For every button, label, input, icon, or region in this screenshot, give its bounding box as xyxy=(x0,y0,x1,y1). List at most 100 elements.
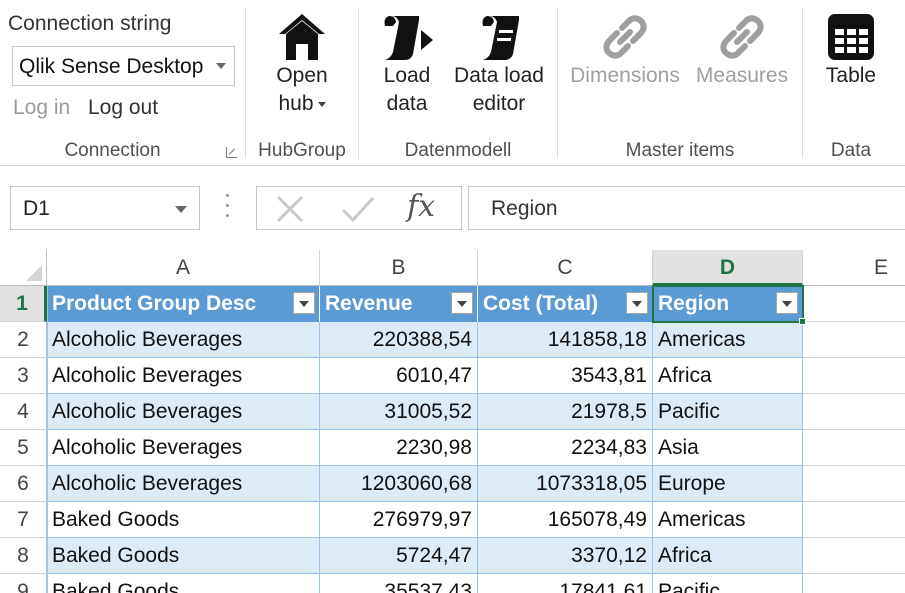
row-header[interactable]: 8 xyxy=(0,538,47,574)
table-cell[interactable]: Alcoholic Beverages xyxy=(47,358,320,394)
table-cell[interactable]: Americas xyxy=(653,502,803,538)
table-cell[interactable]: 2230,98 xyxy=(320,430,478,466)
table-cell[interactable]: Pacific xyxy=(653,574,803,593)
select-all-corner[interactable] xyxy=(0,250,47,286)
table-cell[interactable]: Baked Goods xyxy=(47,574,320,593)
table-cell[interactable]: 31005,52 xyxy=(320,394,478,430)
connection-select[interactable]: Qlik Sense Desktop xyxy=(12,46,235,86)
data-load-editor-label-1: Data load xyxy=(454,64,544,87)
fill-handle[interactable] xyxy=(799,318,806,325)
connection-string-label: Connection string xyxy=(8,12,172,35)
insert-function-icon[interactable]: fx xyxy=(407,189,435,224)
hubgroup-group: Open hub HubGroup xyxy=(246,0,358,166)
table-cell[interactable]: Pacific xyxy=(653,394,803,430)
table-header-cell[interactable]: Region xyxy=(653,286,803,322)
measures-button[interactable]: Measures xyxy=(688,12,796,90)
table-cell[interactable]: Alcoholic Beverages xyxy=(47,430,320,466)
more-icon[interactable] xyxy=(226,194,230,222)
table-cell[interactable]: 1073318,05 xyxy=(478,466,653,502)
column-header-c[interactable]: C xyxy=(478,250,653,286)
dialog-launcher-icon[interactable] xyxy=(226,147,237,158)
link-icon xyxy=(720,15,764,59)
table-cell[interactable]: Alcoholic Beverages xyxy=(47,394,320,430)
table-cell[interactable]: 1203060,68 xyxy=(320,466,478,502)
table-cell[interactable]: Europe xyxy=(653,466,803,502)
table-cell[interactable]: 17841,61 xyxy=(478,574,653,593)
table-cell[interactable]: 2234,83 xyxy=(478,430,653,466)
row-header[interactable]: 7 xyxy=(0,502,47,538)
table-header-label: Revenue xyxy=(325,292,413,315)
table-cell[interactable]: Alcoholic Beverages xyxy=(47,322,320,358)
row-header[interactable]: 9 xyxy=(0,574,47,593)
table-cell[interactable] xyxy=(803,394,905,430)
table-cell[interactable]: 3543,81 xyxy=(478,358,653,394)
table-header-cell[interactable]: Revenue xyxy=(320,286,478,322)
table-cell[interactable]: 5724,47 xyxy=(320,538,478,574)
name-box[interactable]: D1 xyxy=(10,186,200,230)
connection-group-label: Connection xyxy=(64,140,161,161)
table-cell[interactable]: Baked Goods xyxy=(47,502,320,538)
table-header-label: Product Group Desc xyxy=(52,292,257,315)
row-header[interactable]: 1 xyxy=(0,286,47,322)
column-header-d[interactable]: D xyxy=(653,250,803,286)
row-header[interactable]: 6 xyxy=(0,466,47,502)
log-in-button[interactable]: Log in xyxy=(13,96,70,120)
cancel-icon[interactable] xyxy=(275,195,305,223)
column-header-e[interactable]: E xyxy=(803,250,905,286)
table-cell[interactable]: 220388,54 xyxy=(320,322,478,358)
filter-dropdown-icon[interactable] xyxy=(776,292,798,314)
enter-check-icon[interactable] xyxy=(341,195,375,223)
table-cell[interactable]: 35537,43 xyxy=(320,574,478,593)
table-cell[interactable]: Asia xyxy=(653,430,803,466)
table-cell[interactable]: 3370,12 xyxy=(478,538,653,574)
chevron-down-icon xyxy=(175,206,187,213)
table-header-label: Cost (Total) xyxy=(483,292,599,315)
table-cell[interactable]: 6010,47 xyxy=(320,358,478,394)
filter-dropdown-icon[interactable] xyxy=(451,292,473,314)
caret-down-icon xyxy=(317,101,326,107)
table-button[interactable]: Table xyxy=(811,12,891,90)
table-cell[interactable] xyxy=(803,574,905,593)
ribbon: Connection string Qlik Sense Desktop Log… xyxy=(0,0,905,166)
table-cell[interactable] xyxy=(803,502,905,538)
column-header-b[interactable]: B xyxy=(320,250,478,286)
row-header[interactable]: 5 xyxy=(0,430,47,466)
open-hub-button[interactable]: Open hub xyxy=(254,12,350,118)
table-header-cell[interactable]: Cost (Total) xyxy=(478,286,653,322)
table-cell[interactable]: Baked Goods xyxy=(47,538,320,574)
table-cell[interactable] xyxy=(803,538,905,574)
table-cell[interactable]: Americas xyxy=(653,322,803,358)
filter-dropdown-icon[interactable] xyxy=(293,292,315,314)
log-out-button[interactable]: Log out xyxy=(88,96,158,120)
table-cell[interactable] xyxy=(803,430,905,466)
dimensions-button[interactable]: Dimensions xyxy=(564,12,686,90)
column-header-a[interactable]: A xyxy=(47,250,320,286)
table-cell[interactable]: 276979,97 xyxy=(320,502,478,538)
row-header[interactable]: 4 xyxy=(0,394,47,430)
dimensions-label: Dimensions xyxy=(570,64,680,87)
link-icon xyxy=(603,15,647,59)
table-cell[interactable]: Africa xyxy=(653,538,803,574)
load-data-label-2: data xyxy=(386,92,428,115)
table-cell[interactable] xyxy=(803,322,905,358)
table-cell[interactable] xyxy=(803,286,905,322)
load-data-button[interactable]: Load data xyxy=(367,12,447,118)
data-load-editor-button[interactable]: Data load editor xyxy=(451,12,547,118)
row-header[interactable]: 2 xyxy=(0,322,47,358)
table-icon xyxy=(828,14,874,60)
name-box-value: D1 xyxy=(23,197,50,220)
table-cell[interactable] xyxy=(803,358,905,394)
table-cell[interactable]: Africa xyxy=(653,358,803,394)
open-hub-label-1: Open xyxy=(276,64,328,87)
formula-input[interactable]: Region xyxy=(468,186,905,230)
table-cell[interactable] xyxy=(803,466,905,502)
filter-dropdown-icon[interactable] xyxy=(626,292,648,314)
table-cell[interactable]: Alcoholic Beverages xyxy=(47,466,320,502)
table-header-cell[interactable]: Product Group Desc xyxy=(47,286,320,322)
load-data-label-1: Load xyxy=(383,64,431,87)
table-cell[interactable]: 21978,5 xyxy=(478,394,653,430)
row-header[interactable]: 3 xyxy=(0,358,47,394)
data-group: Table Data xyxy=(803,0,899,166)
table-cell[interactable]: 141858,18 xyxy=(478,322,653,358)
table-cell[interactable]: 165078,49 xyxy=(478,502,653,538)
